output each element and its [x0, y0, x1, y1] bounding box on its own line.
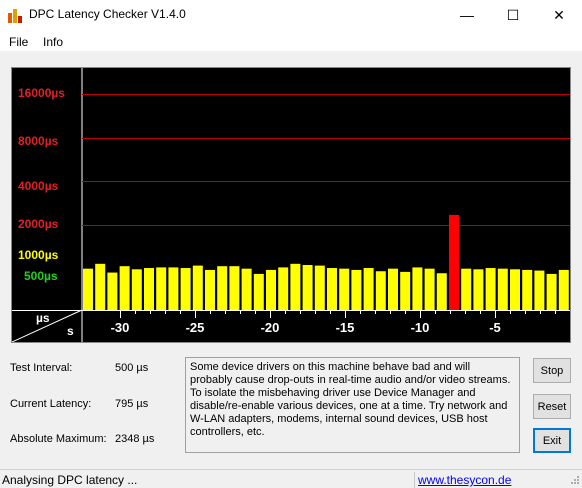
latency-bar [449, 214, 459, 310]
absolute-max-label: Absolute Maximum: [10, 433, 107, 445]
latency-bar [485, 268, 496, 310]
latency-bar [461, 268, 472, 310]
website-link[interactable]: www.thesycon.de [418, 473, 511, 487]
latency-bar [558, 269, 569, 310]
menu-info[interactable]: Info [43, 35, 63, 49]
latency-bar [546, 273, 557, 310]
status-text: Analysing DPC latency ... [2, 473, 138, 487]
latency-bar [253, 273, 264, 310]
reset-button[interactable]: Reset [533, 394, 571, 419]
latency-bar [156, 267, 167, 310]
latency-bar [217, 266, 228, 310]
x-unit-us: µs [36, 311, 50, 325]
test-interval-label: Test Interval: [10, 362, 73, 374]
absolute-max-value: 2348 µs [115, 433, 155, 445]
window-title: DPC Latency Checker V1.4.0 [29, 7, 186, 21]
x-unit-s: s [67, 324, 74, 338]
app-icon [8, 7, 24, 23]
latency-bar [497, 268, 508, 310]
y-label-1000: 1000µs [18, 248, 59, 262]
menu-bar: File Info [0, 30, 582, 52]
minimize-button[interactable]: — [444, 0, 490, 30]
latency-bar [192, 265, 203, 310]
latency-bar [327, 268, 337, 310]
status-bar: Analysing DPC latency ... www.thesycon.d… [0, 469, 582, 488]
latency-bar [83, 268, 93, 310]
latency-bar [412, 267, 423, 310]
latency-bar [400, 271, 411, 310]
latency-bar [314, 265, 325, 310]
latency-bar [107, 272, 118, 310]
latency-bar [119, 266, 130, 310]
current-latency-value: 795 µs [115, 398, 149, 410]
resize-grip-icon[interactable] [570, 475, 580, 485]
title-bar: DPC Latency Checker V1.4.0 — ☐ ✕ [0, 0, 582, 30]
x-tick-label: -30 [111, 320, 130, 335]
x-tick-label: -25 [186, 320, 205, 335]
x-tick-label: -15 [336, 320, 355, 335]
latency-bar [510, 269, 520, 310]
y-label-16000: 16000µs [18, 86, 65, 100]
close-button[interactable]: ✕ [536, 0, 582, 30]
current-latency-label: Current Latency: [10, 398, 92, 410]
y-label-8000: 8000µs [18, 134, 59, 148]
latency-chart-svg: -30 -25 -20 -15 -10 -5 [12, 68, 570, 342]
test-interval-value: 500 µs [115, 362, 149, 374]
status-separator [414, 472, 415, 488]
latency-bar [436, 273, 447, 310]
y-label-2000: 2000µs [18, 217, 59, 231]
latency-bar [424, 268, 435, 310]
latency-bar [229, 266, 240, 310]
latency-bar [351, 269, 362, 310]
latency-bar [205, 269, 215, 310]
x-tick-label: -5 [489, 320, 501, 335]
exit-button[interactable]: Exit [533, 428, 571, 453]
latency-bar [241, 268, 252, 310]
latency-bar [168, 267, 179, 310]
x-tick-label: -20 [261, 320, 280, 335]
latency-bar [534, 270, 545, 310]
latency-bar [266, 269, 276, 310]
x-tick-label: -10 [411, 320, 430, 335]
latency-chart: -30 -25 -20 -15 -10 -5 16000µs 8000µs 4000µs … [11, 67, 571, 343]
latency-bar [131, 269, 142, 310]
latency-bar [363, 268, 374, 310]
stop-button[interactable]: Stop [533, 358, 571, 383]
latency-bar [302, 264, 313, 310]
latency-bar [278, 267, 289, 310]
latency-bar [522, 269, 533, 310]
y-label-500: 500µs [24, 269, 58, 283]
description-box[interactable]: Some device drivers on this machine beha… [185, 357, 520, 453]
description-text: Some device drivers on this machine beha… [190, 361, 511, 438]
latency-bar [388, 268, 398, 310]
latency-bar [144, 268, 154, 310]
latency-bar [339, 268, 350, 310]
maximize-button[interactable]: ☐ [490, 0, 536, 30]
menu-file[interactable]: File [9, 35, 28, 49]
latency-bar [375, 271, 386, 310]
latency-bar [290, 263, 301, 310]
latency-bar [473, 269, 484, 310]
y-label-4000: 4000µs [18, 179, 59, 193]
latency-bar [180, 268, 191, 310]
latency-bar [95, 263, 106, 310]
